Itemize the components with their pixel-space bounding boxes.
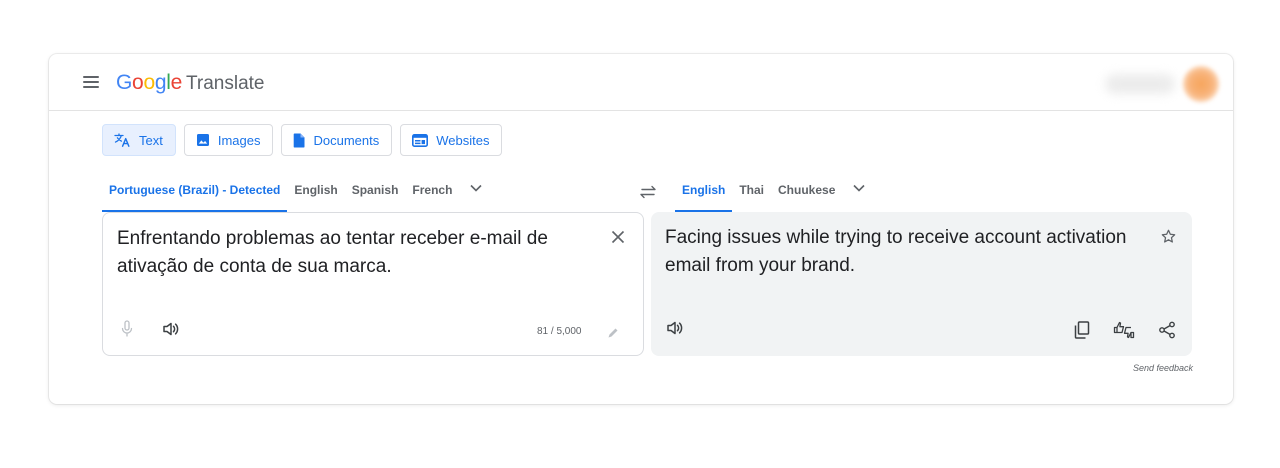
- microphone-icon: [121, 320, 133, 337]
- share-icon: [1159, 321, 1175, 339]
- target-lang-more-button[interactable]: [842, 174, 876, 212]
- website-icon: [412, 133, 429, 147]
- mode-tab-label: Images: [217, 132, 261, 148]
- save-translation-button[interactable]: [1156, 224, 1180, 248]
- character-count: 81 / 5,000: [537, 326, 582, 337]
- logo-letter: G: [116, 71, 133, 94]
- translation-text: Facing issues while trying to receive ac…: [665, 227, 1127, 276]
- translation-output-panel: Facing issues while trying to receive ac…: [651, 212, 1192, 356]
- mode-tab-text[interactable]: Text: [102, 124, 176, 156]
- logo-letter: e: [170, 71, 183, 94]
- listen-source-button[interactable]: [159, 317, 183, 341]
- listen-translation-button[interactable]: [663, 316, 687, 340]
- mode-tab-images[interactable]: Images: [183, 124, 274, 156]
- voice-input-button[interactable]: [115, 317, 139, 341]
- translate-icon: [114, 133, 130, 147]
- swap-languages-button[interactable]: [638, 183, 658, 201]
- speaker-icon: [667, 321, 683, 335]
- swap-icon: [640, 185, 656, 199]
- mode-tab-label: Documents: [313, 132, 380, 148]
- google-translate-logo[interactable]: Google Translate: [116, 71, 264, 96]
- copy-icon: [1074, 321, 1090, 339]
- handwriting-button[interactable]: [601, 321, 625, 345]
- hamburger-menu-icon[interactable]: [83, 75, 99, 89]
- target-lang-selected[interactable]: English: [675, 174, 733, 212]
- rate-translation-button[interactable]: [1112, 318, 1136, 342]
- star-icon: [1161, 229, 1175, 243]
- target-lang-option[interactable]: Chuukese: [771, 174, 842, 212]
- logo-letter: g: [154, 71, 167, 94]
- chevron-down-icon: [470, 184, 482, 192]
- blurred-account-info: [1105, 74, 1175, 94]
- source-lang-option[interactable]: French: [405, 174, 459, 212]
- app-header: Google Translate: [49, 54, 1233, 111]
- pencil-icon: [608, 328, 618, 338]
- account-avatar[interactable]: [1183, 66, 1219, 102]
- product-name: Translate: [185, 73, 265, 94]
- source-lang-detected[interactable]: Portuguese (Brazil) - Detected: [102, 174, 288, 212]
- mode-tabs: Text Images Documents Websites: [102, 124, 503, 156]
- source-text-input[interactable]: Enfrentando problemas ao tentar receber …: [117, 225, 587, 281]
- source-lang-option[interactable]: Spanish: [345, 174, 406, 212]
- send-feedback-link[interactable]: Send feedback: [1133, 363, 1193, 373]
- mode-tab-documents[interactable]: Documents: [281, 124, 393, 156]
- clear-source-button[interactable]: [606, 225, 630, 249]
- speaker-icon: [163, 322, 179, 336]
- translate-card: Google Translate Text Images Documents W…: [49, 54, 1233, 404]
- chevron-down-icon: [853, 184, 865, 192]
- thumbs-up-down-icon: [1113, 321, 1135, 339]
- source-lang-more-button[interactable]: [459, 174, 493, 212]
- document-icon: [294, 133, 305, 147]
- account-area: [1099, 60, 1227, 108]
- mode-tab-label: Websites: [436, 132, 490, 148]
- target-language-bar: English Thai Chuukese: [675, 174, 876, 212]
- mode-tab-label: Text: [139, 132, 163, 148]
- share-translation-button[interactable]: [1155, 318, 1179, 342]
- logo-letter: o: [143, 71, 155, 94]
- close-icon: [611, 230, 625, 244]
- copy-translation-button[interactable]: [1070, 318, 1094, 342]
- source-lang-option[interactable]: English: [287, 174, 344, 212]
- target-lang-option[interactable]: Thai: [732, 174, 771, 212]
- logo-letter: o: [132, 71, 144, 94]
- image-icon: [196, 134, 209, 146]
- mode-tab-websites[interactable]: Websites: [400, 124, 503, 156]
- source-language-bar: Portuguese (Brazil) - Detected English S…: [102, 174, 493, 212]
- source-text-panel: Enfrentando problemas ao tentar receber …: [102, 212, 644, 356]
